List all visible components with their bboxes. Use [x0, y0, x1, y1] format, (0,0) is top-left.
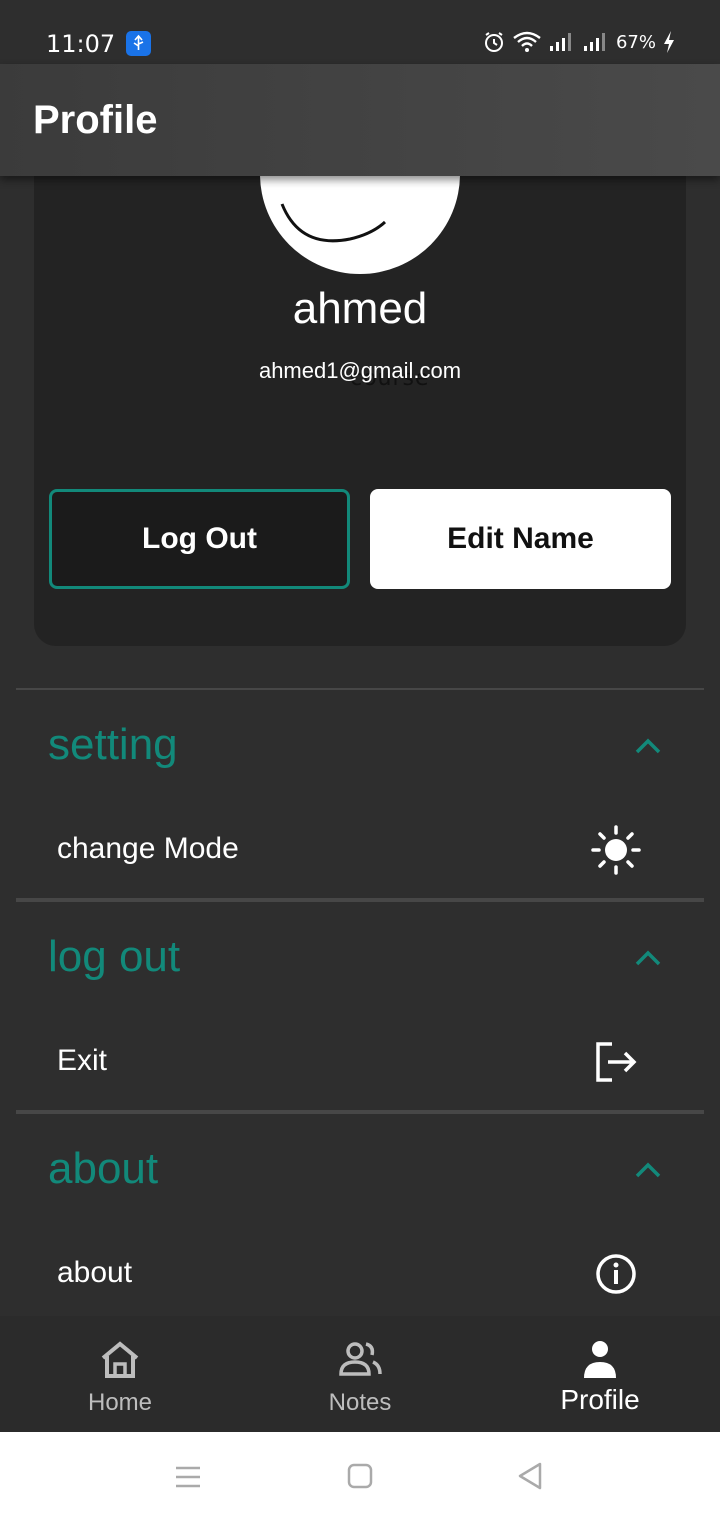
signal-icon — [549, 33, 571, 51]
status-icons: 67% — [482, 30, 676, 54]
section-title-setting[interactable]: setting — [48, 720, 178, 770]
change-mode-label[interactable]: change Mode — [57, 832, 239, 866]
person-icon — [584, 1341, 616, 1378]
sun-icon[interactable] — [590, 824, 642, 876]
chevron-up-icon[interactable] — [634, 736, 662, 756]
about-label[interactable]: about — [57, 1256, 132, 1290]
divider — [16, 1110, 704, 1114]
home-icon — [101, 1341, 139, 1378]
nav-item-home[interactable]: Home — [0, 1316, 240, 1432]
chevron-up-icon[interactable] — [634, 948, 662, 968]
info-icon[interactable] — [590, 1248, 642, 1300]
nav-label-profile: Profile — [560, 1384, 640, 1415]
system-navigation-bar — [0, 1432, 720, 1520]
page-title: Profile — [33, 98, 158, 142]
logout-button[interactable]: Log Out — [49, 489, 350, 589]
charging-icon — [664, 31, 674, 53]
signal-icon-2 — [583, 33, 605, 51]
nav-label-notes: Notes — [328, 1389, 392, 1416]
back-icon[interactable] — [510, 1460, 550, 1494]
nav-item-notes[interactable]: Notes — [240, 1316, 480, 1432]
people-icon — [339, 1342, 382, 1376]
avatar — [260, 176, 460, 274]
section-title-about[interactable]: about — [48, 1144, 158, 1194]
user-email: ahmed1@gmail.com — [258, 358, 462, 383]
bottom-navigation: Home Notes Profile — [0, 1316, 720, 1432]
usb-icon — [126, 31, 151, 56]
exit-label[interactable]: Exit — [57, 1044, 107, 1078]
battery-percentage: 67% — [615, 31, 656, 53]
wifi-icon — [513, 31, 541, 52]
exit-icon[interactable] — [590, 1036, 642, 1088]
recent-apps-icon[interactable] — [168, 1460, 208, 1494]
alarm-icon — [484, 32, 503, 52]
edit-name-button[interactable]: Edit Name — [370, 489, 671, 589]
profile-card: course ahmed ahmed1@gmail.com Log Out Ed… — [34, 176, 686, 646]
nav-item-profile[interactable]: Profile — [480, 1316, 720, 1432]
section-title-logout[interactable]: log out — [48, 932, 180, 982]
nav-label-home: Home — [87, 1389, 153, 1416]
status-bar: 11:07 67% — [0, 0, 720, 64]
home-button-icon[interactable] — [340, 1460, 380, 1494]
app-bar: Profile — [0, 64, 720, 176]
divider — [16, 898, 704, 902]
divider — [16, 688, 704, 690]
user-name: ahmed — [292, 284, 428, 333]
status-time: 11:07 — [46, 30, 116, 58]
chevron-up-icon[interactable] — [634, 1160, 662, 1180]
